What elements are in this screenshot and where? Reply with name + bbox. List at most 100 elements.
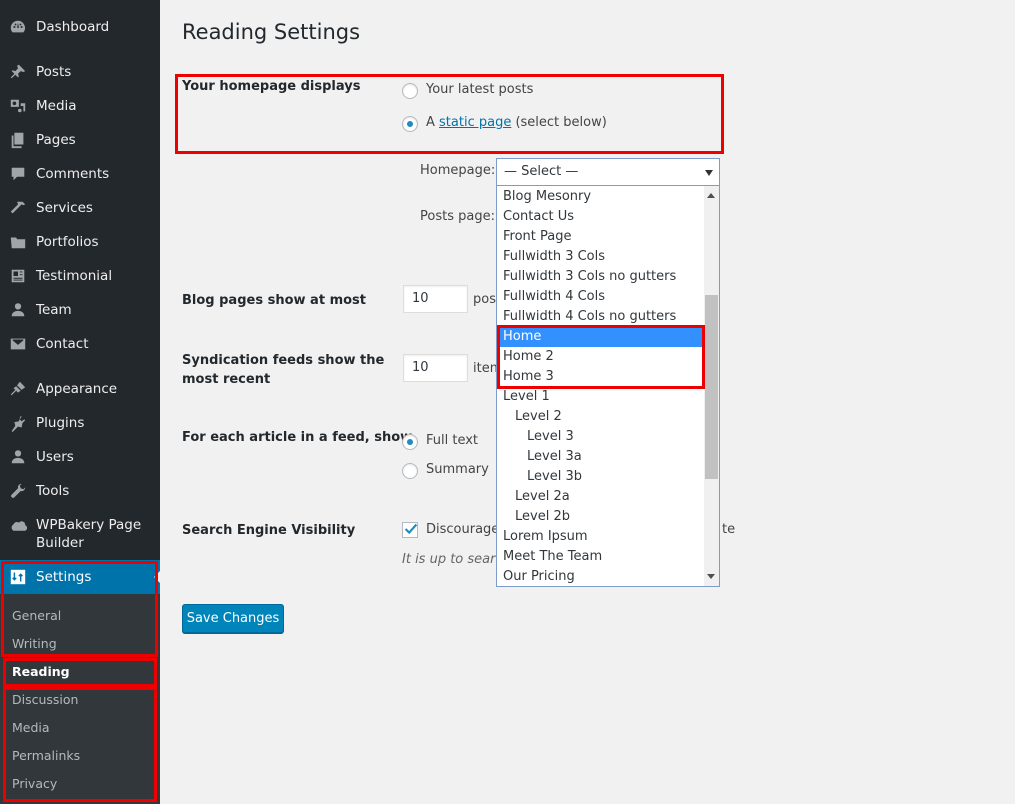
radio-summary[interactable] xyxy=(402,463,418,479)
submenu-item-writing[interactable]: Writing xyxy=(12,636,57,651)
dropdown-option[interactable]: Fullwidth 4 Cols no gutters xyxy=(497,307,704,327)
submenu-item-permalinks[interactable]: Permalinks xyxy=(12,748,80,763)
dropdown-option[interactable]: Level 3b xyxy=(497,467,704,487)
radio-static-page[interactable] xyxy=(402,116,418,132)
chevron-down-icon xyxy=(705,170,713,176)
sidebar-item-media[interactable]: Media xyxy=(0,89,160,123)
blog-pages-label: Blog pages show at most xyxy=(182,293,366,308)
users-icon xyxy=(8,447,28,467)
dropdown-option[interactable]: Fullwidth 4 Cols xyxy=(497,287,704,307)
static-page-link[interactable]: static page xyxy=(439,115,511,130)
sidebar-item-portfolios[interactable]: Portfolios xyxy=(0,225,160,259)
dropdown-option[interactable]: Blog Mesonry xyxy=(497,187,704,207)
dropdown-option[interactable]: Fullwidth 3 Cols xyxy=(497,247,704,267)
sidebar-item-team[interactable]: Team xyxy=(0,293,160,327)
sidebar-item-label: Posts xyxy=(36,64,72,80)
dropdown-option[interactable]: Lorem Ipsum xyxy=(497,527,704,547)
dropdown-option[interactable]: Level 2b xyxy=(497,507,704,527)
dropdown-option[interactable]: Home xyxy=(497,327,704,347)
posts-page-field-label: Posts page: xyxy=(420,209,495,224)
dropdown-option[interactable]: Meet The Team xyxy=(497,547,704,567)
discourage-label-tail: te xyxy=(722,522,736,537)
id-card-icon xyxy=(8,266,28,286)
media-icon xyxy=(8,96,28,116)
dropdown-option[interactable]: Contact Us xyxy=(497,207,704,227)
discourage-search-checkbox[interactable] xyxy=(402,522,418,538)
settings-submenu: General Writing Reading Discussion Media… xyxy=(0,594,160,804)
dashboard-icon xyxy=(8,17,28,37)
sidebar-item-services[interactable]: Services xyxy=(0,191,160,225)
sidebar-item-label: Tools xyxy=(36,483,70,499)
latest-posts-label: Your latest posts xyxy=(426,82,534,97)
sidebar-item-label: Portfolios xyxy=(36,234,99,250)
submenu-item-privacy[interactable]: Privacy xyxy=(12,776,57,791)
wrench-icon xyxy=(8,481,28,501)
sidebar-item-label: Contact xyxy=(36,336,89,352)
sidebar-item-tools[interactable]: Tools xyxy=(0,474,160,508)
sidebar-item-settings[interactable]: Settings xyxy=(0,560,160,594)
discourage-label: Discourage xyxy=(426,522,500,537)
dropdown-option[interactable]: Home 3 xyxy=(497,367,704,387)
sidebar-item-contact[interactable]: Contact xyxy=(0,327,160,361)
sidebar-item-label: WPBakery Page Builder xyxy=(36,517,142,551)
paintbrush-icon xyxy=(8,379,28,399)
search-visibility-label: Search Engine Visibility xyxy=(182,523,356,538)
posts-per-page-input[interactable]: 10 xyxy=(403,285,468,313)
radio-full-text[interactable] xyxy=(402,434,418,450)
checkmark-icon xyxy=(404,523,418,535)
pages-icon xyxy=(8,130,28,150)
sidebar-item-pages[interactable]: Pages xyxy=(0,123,160,157)
sidebar-item-label: Dashboard xyxy=(36,19,110,35)
hammer-icon xyxy=(8,198,28,218)
radio-latest-posts[interactable] xyxy=(402,83,418,99)
save-changes-button[interactable]: Save Changes xyxy=(182,604,284,633)
dropdown-option[interactable]: Level 1 xyxy=(497,387,704,407)
homepage-dropdown-list: Blog Mesonry Contact Us Front Page Fullwidt… xyxy=(496,186,720,587)
posts-suffix: pos xyxy=(473,292,496,307)
dropdown-scrollbar[interactable] xyxy=(704,186,719,586)
dropdown-option[interactable]: Fullwidth 3 Cols no gutters xyxy=(497,267,704,287)
submenu-item-media[interactable]: Media xyxy=(12,720,50,735)
envelope-icon xyxy=(8,334,28,354)
sidebar-item-appearance[interactable]: Appearance xyxy=(0,372,160,406)
sidebar-item-testimonial[interactable]: Testimonial xyxy=(0,259,160,293)
sidebar-item-label: Services xyxy=(36,200,93,216)
sidebar-item-label: Media xyxy=(36,98,77,114)
sidebar-item-label: Pages xyxy=(36,132,76,148)
submenu-item-general[interactable]: General xyxy=(12,608,61,623)
feed-article-label: For each article in a feed, show xyxy=(182,430,413,445)
sidebar-item-wpbakery[interactable]: WPBakery Page Builder xyxy=(0,516,160,560)
page-title: Reading Settings xyxy=(182,20,361,44)
plug-icon xyxy=(8,413,28,433)
dropdown-option[interactable]: Level 3a xyxy=(497,447,704,467)
person-icon xyxy=(8,300,28,320)
submenu-item-reading[interactable]: Reading xyxy=(12,664,70,679)
admin-sidebar: Dashboard Posts Media Pages Comments Ser… xyxy=(0,0,160,804)
comment-icon xyxy=(8,164,28,184)
cloud-icon xyxy=(8,518,28,538)
sidebar-item-comments[interactable]: Comments xyxy=(0,157,160,191)
syndication-label-line1: Syndication feeds show the xyxy=(182,353,385,368)
scroll-up-icon[interactable] xyxy=(707,193,715,198)
dropdown-option[interactable]: Front Page xyxy=(497,227,704,247)
sidebar-item-label: Comments xyxy=(36,166,110,182)
dropdown-option[interactable]: Our Pricing xyxy=(497,567,704,586)
scrollbar-thumb[interactable] xyxy=(705,295,718,479)
dropdown-option[interactable]: Level 2 xyxy=(497,407,704,427)
scroll-down-icon[interactable] xyxy=(707,574,715,579)
dropdown-option[interactable]: Home 2 xyxy=(497,347,704,367)
sidebar-item-plugins[interactable]: Plugins xyxy=(0,406,160,440)
sidebar-item-label: Users xyxy=(36,449,74,465)
feed-items-input[interactable]: 10 xyxy=(403,354,468,382)
submenu-item-discussion[interactable]: Discussion xyxy=(12,692,78,707)
static-suffix: (select below) xyxy=(511,115,607,130)
sidebar-item-users[interactable]: Users xyxy=(0,440,160,474)
dropdown-option[interactable]: Level 3 xyxy=(497,427,704,447)
static-page-label: A static page (select below) xyxy=(426,115,607,130)
full-text-label: Full text xyxy=(426,433,479,448)
sidebar-item-posts[interactable]: Posts xyxy=(0,55,160,89)
homepage-select[interactable]: — Select — xyxy=(496,158,720,186)
dropdown-option[interactable]: Level 2a xyxy=(497,487,704,507)
sidebar-item-dashboard[interactable]: Dashboard xyxy=(0,10,160,44)
sliders-icon xyxy=(8,567,28,587)
